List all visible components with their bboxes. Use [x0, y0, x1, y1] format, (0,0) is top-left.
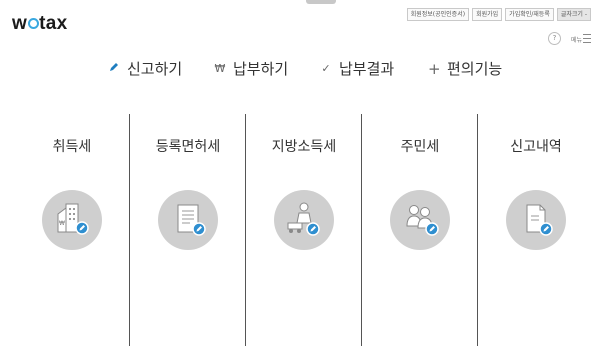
service-label: 취득세 — [52, 139, 92, 155]
wetax-logo[interactable]: w tax — [12, 13, 67, 35]
svg-text:₩: ₩ — [59, 220, 65, 227]
logo-dot-icon — [27, 18, 39, 29]
help-button[interactable]: ? — [548, 32, 561, 45]
signup-link[interactable]: 회원가입 — [472, 8, 503, 21]
service-report-history[interactable]: 신고내역 — [478, 114, 594, 346]
service-label: 지방소득세 — [271, 139, 337, 155]
help-icon: ? — [552, 34, 557, 42]
service-local-income-tax[interactable]: 지방소득세 — [246, 114, 362, 346]
service-label: 등록면허세 — [155, 139, 221, 155]
service-label: 주민세 — [400, 139, 440, 155]
history-icon — [506, 190, 566, 250]
utility-links: 회원정보(공인인증서) 회원가입 가입확인/재등록 글자크기 - — [406, 8, 591, 21]
member-info-link[interactable]: 회원정보(공인인증서) — [406, 8, 470, 21]
service-resident-tax[interactable]: 주민세 — [362, 114, 478, 346]
menu-button[interactable]: 메뉴 — [571, 34, 592, 44]
document-icon — [158, 190, 218, 250]
menu-label: 메뉴 — [571, 37, 583, 44]
people-icon — [390, 190, 450, 250]
font-size-button[interactable]: 글자크기 - — [556, 8, 591, 21]
building-icon: ₩ — [42, 190, 102, 250]
top-tab-handle[interactable] — [306, 0, 336, 4]
service-acquisition-tax[interactable]: 취득세 ₩ — [14, 114, 130, 346]
logo-text-right: tax — [39, 13, 68, 34]
service-registration-license-tax[interactable]: 등록면허세 — [130, 114, 246, 346]
worker-icon — [274, 190, 334, 250]
logo-text-left: w — [12, 13, 28, 34]
join-check-link[interactable]: 가입확인/재등록 — [505, 8, 554, 21]
nav-active-indicator — [0, 58, 600, 82]
service-label: 신고내역 — [510, 139, 562, 155]
service-grid: 취득세 ₩ 등록면허세 지방소득세 주민세 신고내역 — [14, 114, 594, 346]
menu-icon — [583, 34, 592, 43]
